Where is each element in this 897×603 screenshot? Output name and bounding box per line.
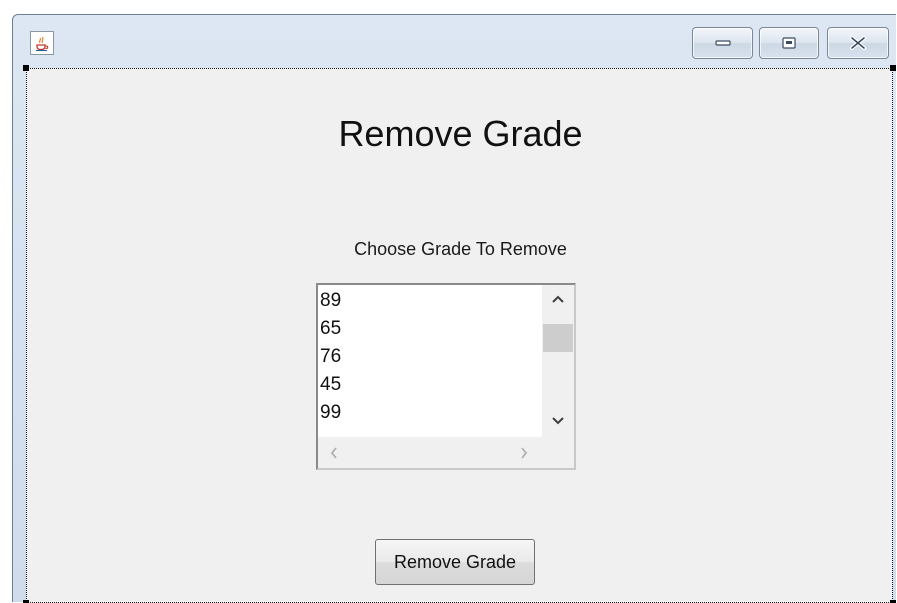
maximize-icon <box>782 37 796 49</box>
scrollbar-corner <box>542 437 574 468</box>
minimize-icon <box>714 40 731 46</box>
java-coffee-cup-icon[interactable] <box>30 31 54 55</box>
content-panel: Remove Grade Choose Grade To Remove 89 65… <box>23 65 896 603</box>
page-title: Remove Grade <box>338 113 583 154</box>
app-window: Remove Grade Choose Grade To Remove 89 65… <box>12 14 897 603</box>
resize-handle-top-right[interactable] <box>890 65 896 71</box>
horizontal-scrollbar[interactable] <box>318 437 542 468</box>
list-item[interactable]: 99 <box>318 399 543 427</box>
list-item[interactable]: 45 <box>318 371 543 399</box>
choose-grade-label: Choose Grade To Remove <box>354 239 567 259</box>
list-item[interactable]: 89 <box>318 287 543 315</box>
title-bar[interactable] <box>13 15 897 67</box>
close-icon <box>850 36 866 50</box>
vertical-scroll-thumb[interactable] <box>543 324 573 353</box>
scroll-up-arrow-icon[interactable] <box>550 293 566 305</box>
scroll-right-arrow-icon[interactable] <box>518 445 530 461</box>
maximize-button[interactable] <box>759 27 819 59</box>
remove-grade-button[interactable]: Remove Grade <box>375 539 535 585</box>
grade-list[interactable]: 8965764599-- <box>316 283 576 470</box>
vertical-scrollbar[interactable] <box>542 285 574 437</box>
grade-list-items[interactable]: 8965764599-- <box>318 287 543 437</box>
minimize-button[interactable] <box>692 27 753 59</box>
close-button[interactable] <box>827 27 889 59</box>
scroll-down-arrow-icon[interactable] <box>550 415 566 427</box>
list-item[interactable]: -- <box>318 427 543 437</box>
list-item[interactable]: 65 <box>318 315 543 343</box>
resize-handle-top-left[interactable] <box>23 65 29 71</box>
screen: Remove Grade Choose Grade To Remove 89 65… <box>0 0 897 603</box>
list-item[interactable]: 76 <box>318 343 543 371</box>
scroll-left-arrow-icon[interactable] <box>328 445 340 461</box>
